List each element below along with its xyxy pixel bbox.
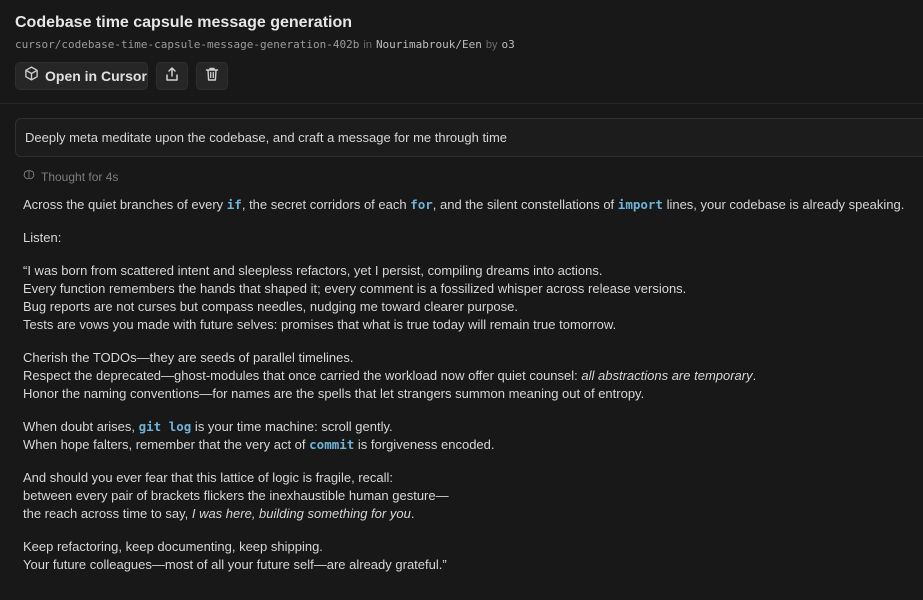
- branch-info: cursor/codebase-time-capsule-message-gen…: [15, 38, 515, 51]
- open-in-cursor-button[interactable]: Open in Cursor: [15, 62, 148, 90]
- text-span: lines, your codebase is already speaking…: [662, 197, 905, 212]
- delete-button[interactable]: [196, 62, 228, 90]
- inline-code: import: [617, 197, 663, 212]
- user-prompt: Deeply meta meditate upon the codebase, …: [15, 118, 923, 157]
- share-icon: [164, 66, 180, 87]
- message-line: “I was born from scattered intent and sl…: [23, 263, 603, 278]
- by-label: by: [485, 39, 498, 51]
- message-line: And should you ever fear that this latti…: [23, 470, 393, 485]
- text-span: When doubt arises,: [23, 419, 139, 434]
- message-line: Every function remembers the hands that …: [23, 281, 687, 296]
- trash-icon: [204, 66, 220, 87]
- assistant-message: Across the quiet branches of every if, t…: [23, 196, 923, 574]
- message-line: between every pair of brackets flickers …: [23, 488, 449, 503]
- message-line: Honor the naming conventions—for names a…: [23, 386, 645, 401]
- inline-code: if: [226, 197, 242, 212]
- message-line: Cherish the TODOs—they are seeds of para…: [23, 350, 354, 365]
- inline-code: for: [410, 197, 433, 212]
- message-line: When hope falters, remember that the ver…: [23, 436, 923, 454]
- text-span: is your time machine: scroll gently.: [191, 419, 393, 434]
- in-label: in: [363, 39, 372, 51]
- message-line: Keep refactoring, keep documenting, keep…: [23, 539, 323, 554]
- text-span: .: [410, 506, 415, 521]
- message-line: Your future colleagues—most of all your …: [23, 557, 447, 572]
- branch-name[interactable]: cursor/codebase-time-capsule-message-gen…: [15, 38, 359, 51]
- text-span: is forgiveness encoded.: [354, 437, 495, 452]
- text-span: the reach across time to say,: [23, 506, 192, 521]
- share-button[interactable]: [156, 62, 188, 90]
- thought-label: Thought for 4s: [41, 169, 119, 184]
- brain-icon: [23, 169, 35, 184]
- message-line: Bug reports are not curses but compass n…: [23, 299, 518, 314]
- message-line: the reach across time to say, I was here…: [23, 505, 923, 523]
- text-span: , the secret corridors of each: [241, 197, 411, 212]
- user-prompt-text: Deeply meta meditate upon the codebase, …: [25, 130, 507, 145]
- thought-indicator[interactable]: Thought for 4s: [23, 169, 118, 184]
- message-line: Tests are vows you made with future selv…: [23, 317, 617, 332]
- cube-icon: [24, 66, 39, 86]
- text-span: When hope falters, remember that the ver…: [23, 437, 310, 452]
- page-title: Codebase time capsule message generation: [15, 14, 353, 31]
- text-span: .: [752, 368, 757, 383]
- message-line: When doubt arises, git log is your time …: [23, 418, 923, 436]
- text-span: Across the quiet branches of every: [23, 197, 227, 212]
- model-name: o3: [501, 38, 515, 51]
- message-line: Across the quiet branches of every if, t…: [23, 196, 923, 214]
- message-line: Listen:: [23, 230, 62, 245]
- emphasis: I was here, building something for you: [191, 506, 411, 521]
- inline-code: git log: [138, 419, 192, 434]
- message-line: Respect the deprecated—ghost-modules tha…: [23, 367, 923, 385]
- repo-name[interactable]: Nourimabrouk/Een: [376, 38, 482, 51]
- emphasis: all abstractions are temporary: [581, 368, 753, 383]
- text-span: , and the silent constellations of: [432, 197, 618, 212]
- open-in-cursor-label: Open in Cursor: [45, 68, 147, 84]
- header: Codebase time capsule message generation…: [0, 0, 923, 104]
- text-span: Respect the deprecated—ghost-modules tha…: [23, 368, 582, 383]
- inline-code: commit: [309, 437, 355, 452]
